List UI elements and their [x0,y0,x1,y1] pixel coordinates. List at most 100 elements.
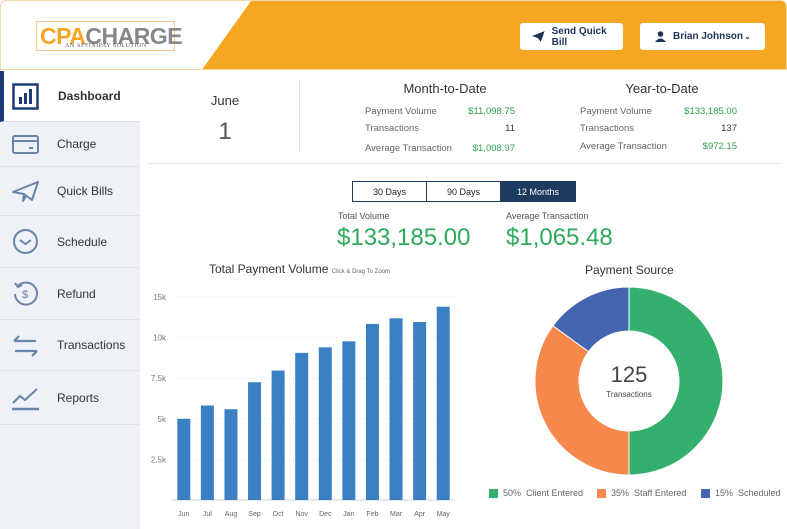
row-value: $11,098.75 [468,106,515,117]
sidebar-item-label: Schedule [57,234,108,249]
arrows-exchange-icon [13,334,38,357]
row-label: Transactions [580,123,635,134]
chart-subtitle: Click & Drag To Zoom [331,269,390,275]
legend-item-scheduled[interactable]: 15% Scheduled [701,488,781,498]
bar-apr [413,322,427,500]
bar-jul [200,405,214,500]
bar-aug [224,409,238,500]
chart-title: Total Payment Volume [209,262,329,276]
x-tick-label: Mar [390,511,403,518]
y-tick-label: 10k [153,334,167,343]
x-tick-label: Jun [178,511,189,518]
sidebar-item-refund[interactable]: $ Refund [0,268,140,320]
send-quick-bill-button[interactable]: Send Quick Bill [520,23,623,50]
payment-source-chart[interactable]: 125 Transactions [530,282,730,482]
ytd-row: Average Transaction $972.15 [580,141,737,152]
row-value: 137 [721,123,737,134]
sidebar-item-charge[interactable]: Charge [0,122,140,167]
total-volume-label: Total Volume [338,211,390,221]
ytd-row: Transactions 137 [580,123,737,134]
current-day: 1 [218,118,232,145]
bar-sep [248,382,262,500]
y-tick-label: 2.5k [151,455,167,464]
slice-staff-entered [534,325,630,476]
bar-nov [295,352,309,500]
legend-swatch [489,488,498,498]
legend-item-client-entered[interactable]: 50% Client Entered [489,488,583,498]
sidebar-item-label: Dashboard [58,89,121,103]
divider [148,163,781,164]
bar-oct [271,370,285,500]
bar-chart-icon [12,82,39,110]
clock-icon [13,229,38,254]
user-name: Brian Johnson [673,31,744,42]
sidebar-item-label: Reports [57,390,100,405]
range-30-days[interactable]: 30 Days [353,182,427,201]
row-value: $972.15 [702,141,737,152]
user-menu-button[interactable]: Brian Johnson ⌄ [640,23,765,50]
row-value: $1,008.97 [472,143,515,154]
row-label: Payment Volume [580,106,652,117]
mtd-row: Average Transaction $1,008.97 [365,143,515,154]
total-payment-volume-chart[interactable]: 2.5k 5k 7.5k 10k 15k Jun Jul Aug Sep Oct Nov Dec Jan… [140,280,470,520]
send-quick-bill-label: Send Quick Bill [551,25,607,48]
center-value: 125 [611,362,648,387]
row-value: 11 [505,123,515,134]
sidebar-item-dashboard[interactable]: Dashboard [0,71,140,122]
bar-dec [318,347,332,500]
x-tick-label: Oct [273,511,284,518]
x-tick-label: Aug [225,511,238,518]
sidebar-item-reports[interactable]: Reports [0,371,140,425]
current-month: June [210,93,240,108]
x-tick-label: Sep [248,511,261,518]
line-chart-icon [12,388,39,411]
logo-tagline: AN AFFINIPAY SOLUTION [65,43,147,49]
sidebar-item-label: Quick Bills [57,184,114,198]
mtd-row: Transactions 11 [365,123,515,134]
user-icon [655,31,666,42]
legend-item-staff-entered[interactable]: 35% Staff Entered [597,488,686,498]
row-label: Transactions [365,123,420,134]
credit-card-icon [12,134,39,154]
range-90-days[interactable]: 90 Days [427,182,501,201]
bar-may [436,306,450,500]
sidebar-item-label: Transactions [57,338,126,352]
row-label: Average Transaction [365,143,452,154]
legend-label: Staff Entered [634,488,687,498]
bar-feb [365,323,379,500]
mtd-title: Month-to-Date [403,81,487,96]
row-value: $133,185.00 [684,106,737,117]
y-tick-label: 7.5k [151,374,167,383]
legend-percent: 35% [611,488,630,498]
paper-plane-icon [532,31,545,42]
x-tick-label: Dec [319,511,332,518]
logo[interactable]: CPACHARGE AN AFFINIPAY SOLUTION [36,21,183,51]
legend-label: Client Entered [526,488,584,498]
bar-mar [389,318,403,500]
legend-percent: 50% [503,488,522,498]
header: CPACHARGE AN AFFINIPAY SOLUTION Send Qui… [0,0,787,70]
range-selector: 30 Days 90 Days 12 Months [352,181,576,202]
refund-icon: $ [14,281,38,306]
ytd-title: Year-to-Date [625,81,699,96]
sidebar-item-transactions[interactable]: Transactions [0,320,140,371]
pie-chart-title: Payment Source [585,263,674,277]
average-transaction-value: $1,065.48 [506,224,613,251]
x-tick-label: Apr [414,511,426,518]
legend-label: Scheduled [738,488,781,498]
center-label: Transactions [606,390,652,399]
y-tick-label: 5k [158,415,167,424]
x-tick-label: Nov [295,511,308,518]
row-label: Payment Volume [365,106,437,117]
sidebar-item-schedule[interactable]: Schedule [0,216,140,268]
total-volume-value: $133,185.00 [337,224,471,251]
legend-percent: 15% [715,488,734,498]
sidebar-item-quick-bills[interactable]: Quick Bills [0,167,140,216]
legend-swatch [701,488,710,498]
sidebar-item-label: Charge [57,137,97,151]
average-transaction-label: Average Transaction [506,211,589,221]
range-12-months[interactable]: 12 Months [501,182,575,201]
bar-chart-title: Total Payment Volume Click & Drag To Zoo… [209,262,390,276]
row-label: Average Transaction [580,141,667,152]
x-tick-label: Feb [366,511,378,518]
